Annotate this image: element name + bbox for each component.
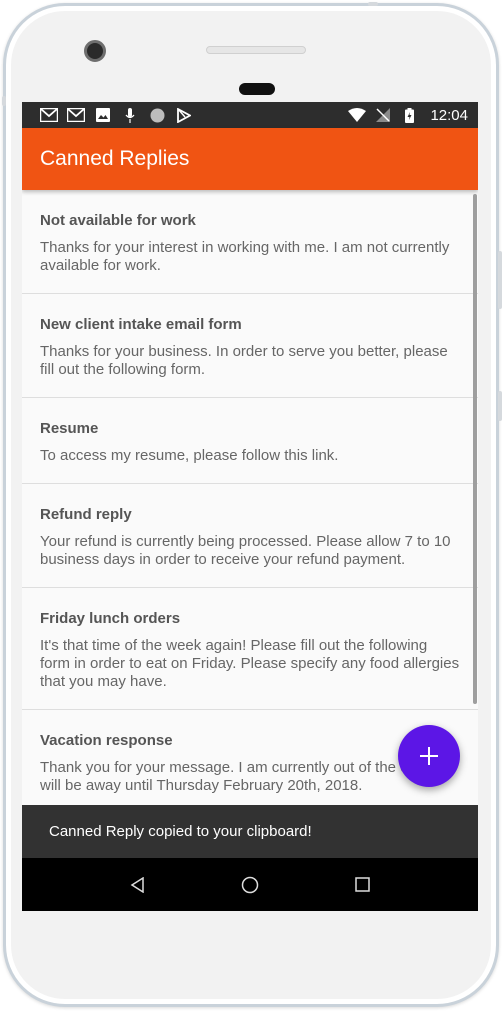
status-time: 12:04	[430, 106, 468, 124]
navigation-bar	[22, 858, 478, 911]
status-bar: 12:04	[22, 102, 478, 128]
snackbar: Canned Reply copied to your clipboard!	[22, 805, 478, 858]
plus-icon	[420, 747, 438, 765]
device-screen: 12:04 Canned Replies Not available for w…	[22, 102, 478, 911]
system-icons: 12:04	[348, 107, 468, 124]
home-icon	[241, 876, 259, 893]
scrollbar[interactable]	[473, 194, 477, 704]
recents-icon	[354, 877, 370, 892]
earpiece-speaker	[206, 46, 306, 54]
recents-button[interactable]	[342, 865, 382, 905]
side-button	[368, 2, 378, 6]
circle-icon	[148, 107, 166, 123]
power-button	[2, 96, 6, 106]
list-item[interactable]: Resume To access my resume, please follo…	[22, 398, 478, 484]
proximity-sensor	[239, 83, 275, 95]
reply-title: New client intake email form	[40, 316, 242, 333]
list-item[interactable]: New client intake email form Thanks for …	[22, 294, 478, 398]
back-icon	[130, 876, 144, 893]
app-title: Canned Replies	[40, 147, 190, 170]
list-item[interactable]: Not available for work Thanks for your i…	[22, 190, 478, 294]
list-item[interactable]: Friday lunch orders It's that time of th…	[22, 588, 478, 710]
reply-body: Thank you for your message. I am current…	[40, 759, 449, 794]
app-bar: Canned Replies	[22, 128, 478, 190]
reply-title: Not available for work	[40, 212, 196, 229]
reply-title: Friday lunch orders	[40, 610, 181, 627]
gmail-icon	[40, 107, 58, 123]
reply-body: Thanks for your interest in working with…	[40, 239, 450, 274]
back-button[interactable]	[118, 865, 158, 905]
reply-title: Resume	[40, 420, 99, 437]
reply-title: Refund reply	[40, 506, 132, 523]
reply-body: To access my resume, please follow this …	[40, 447, 339, 464]
wifi-icon	[348, 107, 367, 123]
add-reply-button[interactable]	[398, 725, 460, 787]
home-button[interactable]	[230, 865, 270, 905]
reply-body: Thanks for your business. In order to se…	[40, 343, 448, 378]
snackbar-message: Canned Reply copied to your clipboard!	[49, 823, 312, 840]
battery-icon	[400, 107, 418, 123]
replies-list[interactable]: Not available for work Thanks for your i…	[22, 190, 478, 807]
reply-body: Your refund is currently being processed…	[40, 533, 451, 568]
image-icon	[94, 107, 112, 123]
volume-button-2	[498, 391, 502, 421]
no-signal-icon	[374, 107, 392, 123]
reply-title: Vacation response	[40, 732, 173, 749]
gmail-icon	[67, 107, 85, 123]
volume-button	[498, 251, 502, 309]
front-camera	[84, 40, 106, 62]
list-item[interactable]: Refund reply Your refund is currently be…	[22, 484, 478, 588]
mic-icon	[121, 107, 139, 123]
notification-icons	[40, 107, 193, 123]
reply-body: It's that time of the week again! Please…	[40, 637, 460, 690]
play-store-icon	[175, 107, 193, 123]
